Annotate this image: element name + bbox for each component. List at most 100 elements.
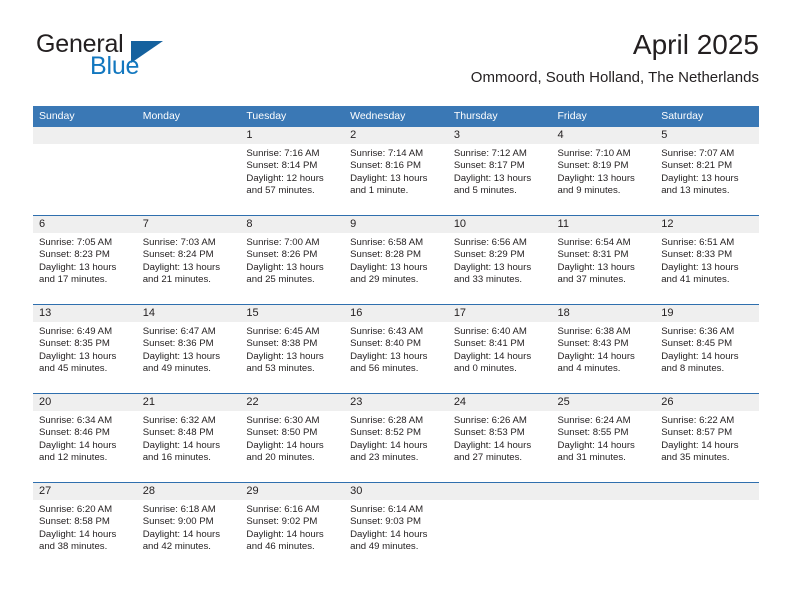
day-number — [655, 483, 759, 500]
day-details: Sunrise: 6:34 AM Sunset: 8:46 PM Daylight:… — [33, 411, 137, 465]
calendar-day-cell[interactable]: 21 Sunrise: 6:32 AM Sunset: 8:48 PM Dayligh… — [136, 393, 241, 483]
day-number: 27 — [33, 483, 137, 500]
calendar-day-cell[interactable]: 5 Sunrise: 7:07 AM Sunset: 8:21 PM Daylight… — [655, 127, 759, 216]
calendar-day-cell[interactable]: 16 Sunrise: 6:43 AM Sunset: 8:40 PM Dayligh… — [344, 304, 448, 394]
day-details: Sunrise: 6:56 AM Sunset: 8:29 PM Daylight:… — [448, 233, 552, 287]
sunrise-text: Sunrise: 6:18 AM — [142, 504, 216, 515]
day-number: 26 — [655, 394, 759, 411]
calendar-day-cell[interactable]: 27 Sunrise: 6:20 AM Sunset: 8:58 PM Dayligh… — [33, 482, 137, 571]
sunset-text: Sunset: 8:17 PM — [453, 160, 525, 172]
calendar-day-cell[interactable]: 20 Sunrise: 6:34 AM Sunset: 8:46 PM Dayligh… — [33, 393, 137, 483]
weekday-header-saturday: Saturday — [655, 106, 759, 127]
daylight-text-line1: Daylight: 14 hours — [350, 439, 428, 451]
daylight-text-line1: Daylight: 14 hours — [350, 528, 428, 540]
calendar-day-cell-empty — [33, 127, 137, 216]
day-number: 5 — [655, 127, 759, 144]
day-number: 20 — [33, 394, 137, 411]
sunrise-text: Sunrise: 6:30 AM — [246, 415, 320, 426]
day-number: 25 — [551, 394, 656, 411]
calendar-day-cell[interactable]: 4 Sunrise: 7:10 AM Sunset: 8:19 PM Daylight… — [551, 127, 656, 216]
daylight-text-line1: Daylight: 13 hours — [350, 261, 428, 273]
day-cell-inner: 30 Sunrise: 6:14 AM Sunset: 9:03 PM Dayligh… — [344, 483, 448, 571]
day-number: 18 — [551, 305, 656, 322]
day-number: 28 — [136, 483, 241, 500]
day-details: Sunrise: 6:43 AM Sunset: 8:40 PM Daylight:… — [344, 322, 448, 376]
sunset-text: Sunset: 8:36 PM — [142, 338, 214, 350]
day-cell-inner: 14 Sunrise: 6:47 AM Sunset: 8:36 PM Dayligh… — [136, 305, 241, 393]
day-details: Sunrise: 6:30 AM Sunset: 8:50 PM Daylight:… — [240, 411, 344, 465]
calendar-day-cell[interactable]: 30 Sunrise: 6:14 AM Sunset: 9:03 PM Dayligh… — [344, 482, 448, 571]
calendar-day-cell[interactable]: 14 Sunrise: 6:47 AM Sunset: 8:36 PM Dayligh… — [136, 304, 241, 394]
calendar-day-cell[interactable]: 19 Sunrise: 6:36 AM Sunset: 8:45 PM Dayligh… — [655, 304, 759, 394]
calendar-day-cell[interactable]: 29 Sunrise: 6:16 AM Sunset: 9:02 PM Dayligh… — [240, 482, 345, 571]
calendar-day-cell[interactable]: 12 Sunrise: 6:51 AM Sunset: 8:33 PM Dayligh… — [655, 215, 759, 305]
sunset-text: Sunset: 8:26 PM — [246, 249, 318, 261]
calendar-day-cell[interactable]: 6 Sunrise: 7:05 AM Sunset: 8:23 PM Daylight… — [33, 215, 137, 305]
day-cell-inner: 21 Sunrise: 6:32 AM Sunset: 8:48 PM Dayligh… — [136, 394, 241, 482]
calendar-day-cell[interactable]: 10 Sunrise: 6:56 AM Sunset: 8:29 PM Dayligh… — [447, 215, 552, 305]
sunrise-text: Sunrise: 6:38 AM — [557, 326, 631, 337]
daylight-text-line2: and 49 minutes. — [142, 363, 211, 375]
day-number — [33, 127, 137, 144]
calendar-day-cell-empty — [655, 482, 759, 571]
day-details: Sunrise: 7:14 AM Sunset: 8:16 PM Daylight:… — [344, 144, 448, 198]
daylight-text-line2: and 53 minutes. — [246, 363, 315, 375]
sunset-text: Sunset: 8:24 PM — [142, 249, 214, 261]
calendar-day-cell[interactable]: 23 Sunrise: 6:28 AM Sunset: 8:52 PM Dayligh… — [344, 393, 448, 483]
calendar-day-cell[interactable]: 8 Sunrise: 7:00 AM Sunset: 8:26 PM Daylight… — [240, 215, 345, 305]
daylight-text-line1: Daylight: 14 hours — [453, 350, 532, 362]
sunset-text: Sunset: 9:03 PM — [350, 516, 422, 528]
calendar-day-cell[interactable]: 11 Sunrise: 6:54 AM Sunset: 8:31 PM Dayligh… — [551, 215, 656, 305]
calendar-day-cell[interactable]: 18 Sunrise: 6:38 AM Sunset: 8:43 PM Dayligh… — [551, 304, 656, 394]
general-blue-logo[interactable]: General Blue — [33, 28, 233, 86]
daylight-text-line1: Daylight: 13 hours — [557, 172, 635, 184]
day-cell-inner — [33, 127, 137, 215]
calendar-day-cell[interactable]: 2 Sunrise: 7:14 AM Sunset: 8:16 PM Daylight… — [344, 127, 448, 216]
calendar-day-cell[interactable]: 17 Sunrise: 6:40 AM Sunset: 8:41 PM Dayligh… — [447, 304, 552, 394]
calendar-day-cell[interactable]: 28 Sunrise: 6:18 AM Sunset: 9:00 PM Dayligh… — [136, 482, 241, 571]
calendar-header-row: Sunday Monday Tuesday Wednesday Thursday… — [33, 106, 759, 127]
page-title: April 2025 — [632, 29, 759, 60]
calendar-day-cell[interactable]: 25 Sunrise: 6:24 AM Sunset: 8:55 PM Dayligh… — [551, 393, 656, 483]
calendar-day-cell[interactable]: 22 Sunrise: 6:30 AM Sunset: 8:50 PM Dayligh… — [240, 393, 345, 483]
daylight-text-line1: Daylight: 12 hours — [246, 172, 324, 184]
day-cell-inner: 28 Sunrise: 6:18 AM Sunset: 9:00 PM Dayligh… — [136, 483, 241, 571]
sunrise-text: Sunrise: 6:51 AM — [661, 237, 735, 248]
sunrise-text: Sunrise: 6:54 AM — [557, 237, 631, 248]
sunrise-text: Sunrise: 6:45 AM — [246, 326, 320, 337]
daylight-text-line2: and 4 minutes. — [557, 363, 621, 375]
daylight-text-line2: and 35 minutes. — [661, 452, 730, 464]
sunrise-text: Sunrise: 6:20 AM — [39, 504, 113, 515]
calendar-day-cell[interactable]: 24 Sunrise: 6:26 AM Sunset: 8:53 PM Dayligh… — [447, 393, 552, 483]
daylight-text-line1: Daylight: 13 hours — [246, 261, 324, 273]
day-number: 21 — [136, 394, 241, 411]
calendar-day-cell[interactable]: 9 Sunrise: 6:58 AM Sunset: 8:28 PM Daylight… — [344, 215, 448, 305]
day-details: Sunrise: 6:51 AM Sunset: 8:33 PM Daylight:… — [655, 233, 759, 287]
day-number: 4 — [551, 127, 656, 144]
day-cell-inner: 9 Sunrise: 6:58 AM Sunset: 8:28 PM Daylight… — [344, 216, 448, 304]
daylight-text-line1: Daylight: 13 hours — [661, 261, 739, 273]
calendar-day-cell[interactable]: 13 Sunrise: 6:49 AM Sunset: 8:35 PM Dayligh… — [33, 304, 137, 394]
daylight-text-line2: and 45 minutes. — [39, 363, 108, 375]
day-cell-inner: 10 Sunrise: 6:56 AM Sunset: 8:29 PM Dayligh… — [447, 216, 552, 304]
sunset-text: Sunset: 8:38 PM — [246, 338, 318, 350]
sunset-text: Sunset: 8:53 PM — [453, 427, 525, 439]
title-block: April 2025 Ommoord, South Holland, The N… — [471, 28, 759, 87]
calendar-day-cell[interactable]: 7 Sunrise: 7:03 AM Sunset: 8:24 PM Daylight… — [136, 215, 241, 305]
calendar-day-cell[interactable]: 26 Sunrise: 6:22 AM Sunset: 8:57 PM Dayligh… — [655, 393, 759, 483]
sunrise-text: Sunrise: 7:14 AM — [350, 148, 424, 159]
calendar-day-cell-empty — [136, 127, 241, 216]
sunrise-text: Sunrise: 7:12 AM — [453, 148, 527, 159]
day-number: 15 — [240, 305, 345, 322]
calendar-day-cell[interactable]: 1 Sunrise: 7:16 AM Sunset: 8:14 PM Daylight… — [240, 127, 345, 216]
day-details: Sunrise: 6:24 AM Sunset: 8:55 PM Daylight:… — [552, 411, 656, 465]
calendar-body: 1 Sunrise: 7:16 AM Sunset: 8:14 PM Daylight… — [33, 127, 759, 571]
day-cell-inner: 13 Sunrise: 6:49 AM Sunset: 8:35 PM Dayligh… — [33, 305, 137, 393]
sunset-text: Sunset: 8:19 PM — [557, 160, 629, 172]
sunset-text: Sunset: 8:41 PM — [453, 338, 525, 350]
daylight-text-line1: Daylight: 13 hours — [453, 172, 532, 184]
calendar-day-cell[interactable]: 15 Sunrise: 6:45 AM Sunset: 8:38 PM Dayligh… — [240, 304, 345, 394]
day-details: Sunrise: 6:28 AM Sunset: 8:52 PM Daylight:… — [344, 411, 448, 465]
calendar-day-cell[interactable]: 3 Sunrise: 7:12 AM Sunset: 8:17 PM Daylight… — [447, 127, 552, 216]
weekday-header-tuesday: Tuesday — [240, 106, 345, 127]
